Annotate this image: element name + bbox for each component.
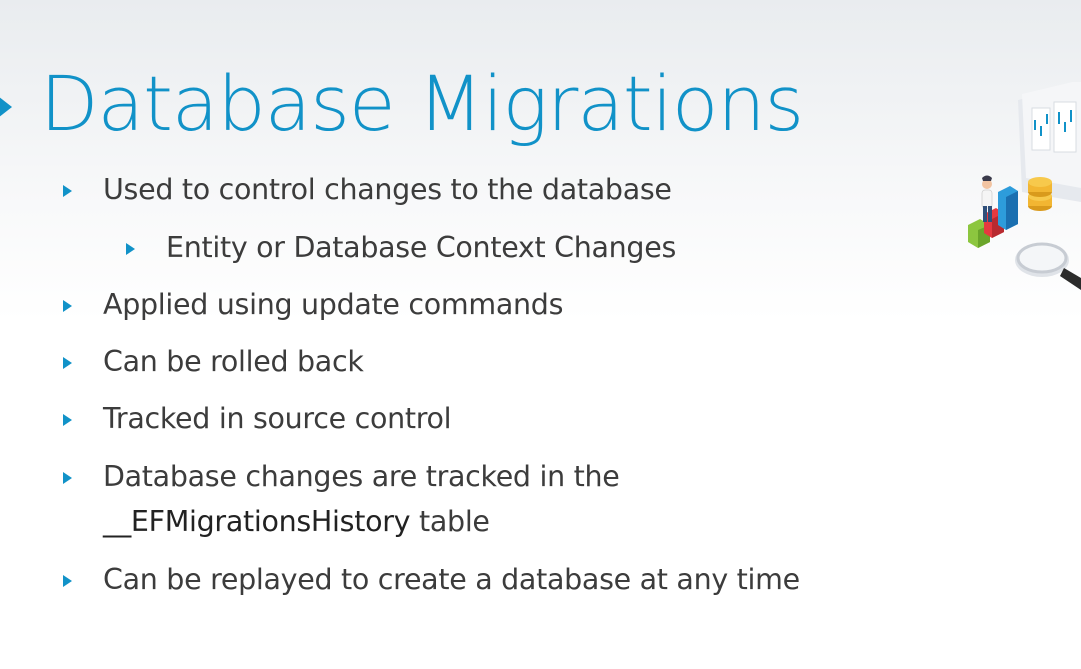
- bullet-text: Can be replayed to create a database at …: [103, 563, 800, 596]
- bullet-text: Used to control changes to the database: [103, 173, 672, 206]
- bullet-arrow-icon: [63, 357, 72, 369]
- bullet-arrow-icon: [63, 414, 72, 426]
- data-analytics-illustration: [968, 82, 1081, 290]
- bullet-text: table: [418, 505, 490, 538]
- bar-blocks-icon: [968, 186, 1018, 248]
- table-name: __EFMigrationsHistory: [103, 505, 411, 538]
- magnifier-icon: [1015, 242, 1081, 290]
- bullet-list: Used to control changes to the database …: [0, 0, 1081, 669]
- bullet-arrow-icon: [63, 300, 72, 312]
- bullet-arrow-icon: [63, 472, 72, 484]
- person-figure-icon: [981, 175, 993, 222]
- bullet-arrow-icon: [63, 575, 72, 587]
- bullet-text: Tracked in source control: [103, 402, 452, 435]
- coins-icon: [1028, 177, 1052, 211]
- bullet-text: Applied using update commands: [103, 288, 564, 321]
- bullet-text: Database changes are tracked in the: [103, 460, 620, 493]
- bullet-text: Entity or Database Context Changes: [166, 231, 676, 264]
- bullet-text: Can be rolled back: [103, 345, 364, 378]
- bullet-arrow-icon: [126, 243, 135, 255]
- bullet-continuation-text: __EFMigrationsHistory table: [103, 503, 490, 541]
- bullet-arrow-icon: [63, 185, 72, 197]
